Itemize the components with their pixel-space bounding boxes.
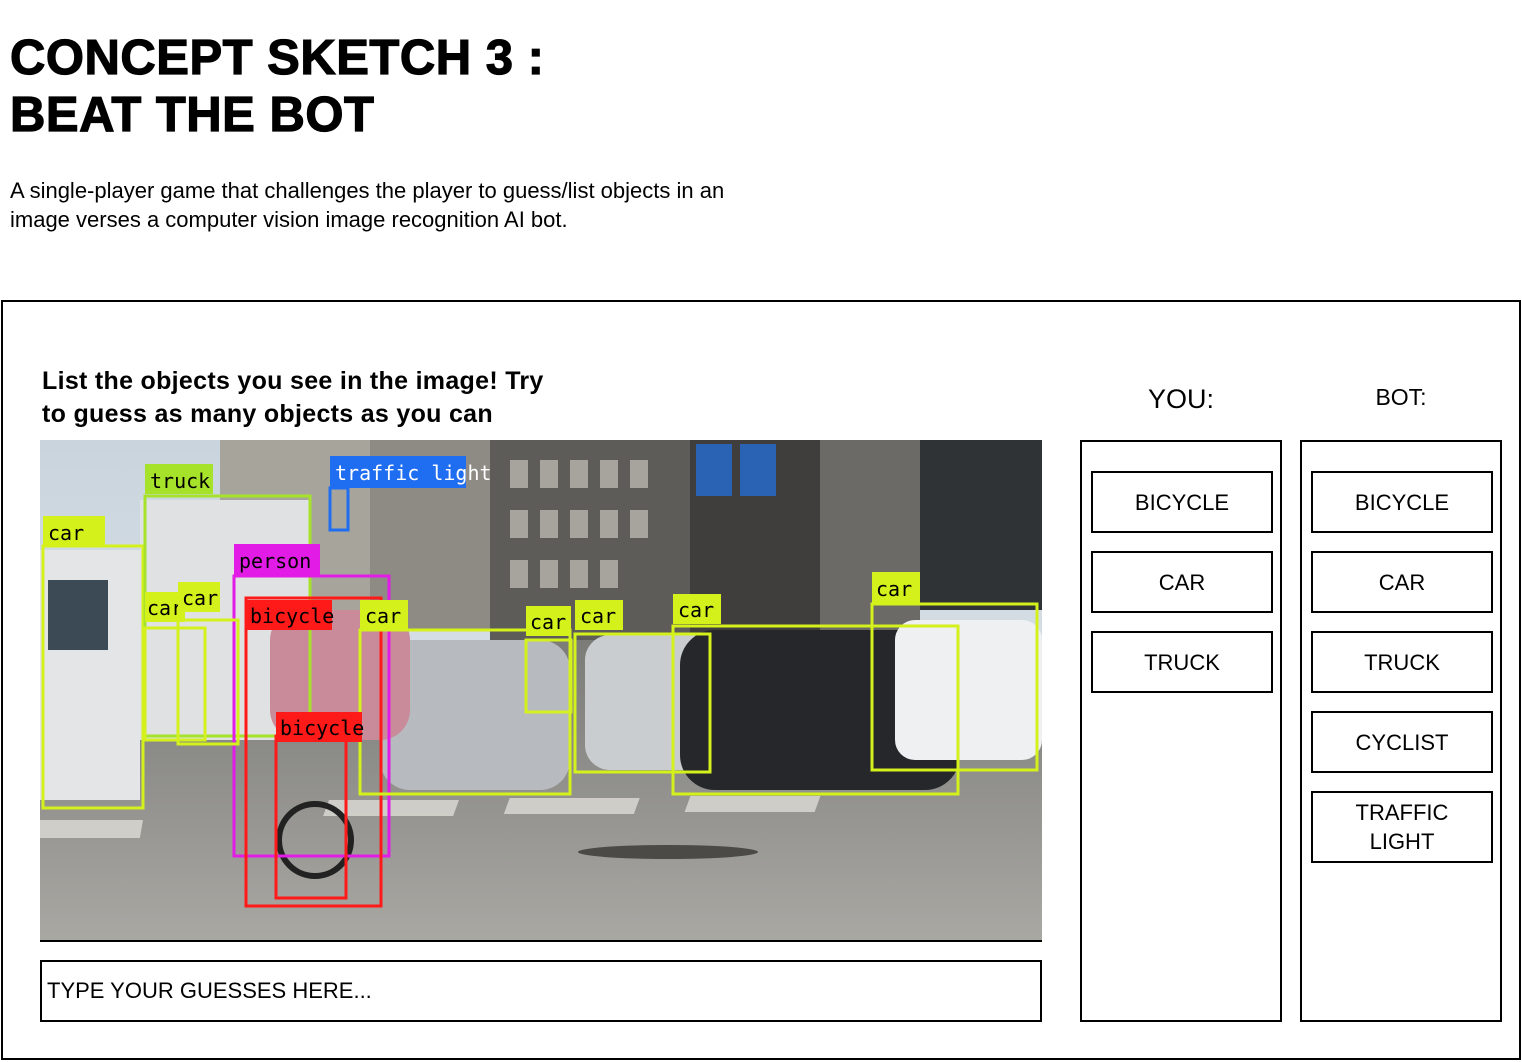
bicycle-tag-2: bicycle [280,716,364,740]
car-tag: car [48,521,84,545]
prompt-line2: to guess as many objects as you can [42,400,493,428]
page-description: A single-player game that challenges the… [10,178,725,232]
street-scene-image: car truck traffic light person bicycle b… [40,440,1042,942]
bot-answer-item: CYCLIST [1311,711,1493,773]
bot-answers-panel: BICYCLE CAR TRUCK CYCLIST TRAFFIC LIGHT [1300,440,1502,1022]
page-title-line1: CONCEPT SKETCH 3 : [9,30,545,85]
car-tag-5: car [530,610,566,634]
person-tag: person [239,549,311,573]
you-column-label: YOU: [1147,384,1214,414]
page-title: CONCEPT SKETCH 3 : BEAT THE BOT [9,30,545,144]
car-tag-3: car [182,586,218,610]
bot-column-label: BOT: [1375,384,1427,410]
bot-answer-item: TRAFFIC LIGHT [1311,791,1493,863]
bicycle-tag: bicycle [250,604,334,628]
you-answer-item: BICYCLE [1091,471,1273,533]
you-answer-item: TRUCK [1091,631,1273,693]
car-tag-2: car [147,596,183,620]
bot-answer-item: CAR [1311,551,1493,613]
car-tag-6: car [580,604,616,628]
car-tag-7: car [678,598,714,622]
car-tag-8: car [876,577,912,601]
guess-input[interactable] [40,960,1042,1022]
you-answer-item: CAR [1091,551,1273,613]
car-tag-4: car [365,604,401,628]
traffic-light-tag: traffic light [335,461,492,485]
page-title-line2: BEAT THE BOT [9,87,375,142]
you-answers-panel: BICYCLE CAR TRUCK [1080,440,1282,1022]
bot-answer-item: BICYCLE [1311,471,1493,533]
game-prompt: List the objects you see in the image! T… [42,365,544,431]
bot-answer-item: TRUCK [1311,631,1493,693]
truck-tag: truck [150,469,210,493]
street-scene-svg: car truck traffic light person bicycle b… [40,440,1042,940]
prompt-line1: List the objects you see in the image! T… [42,367,544,395]
